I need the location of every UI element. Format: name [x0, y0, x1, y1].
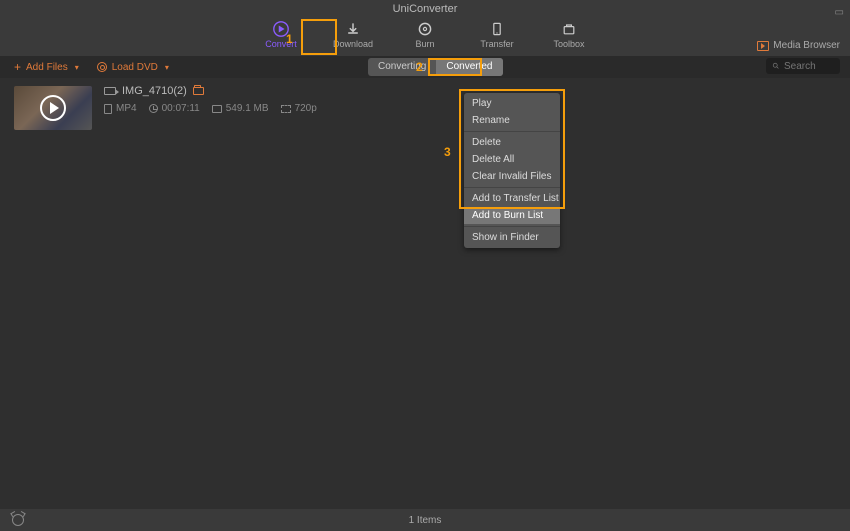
transfer-label: Transfer: [480, 39, 513, 49]
disc-icon: [97, 62, 107, 72]
burn-icon: [416, 20, 434, 38]
search-input[interactable]: [784, 61, 834, 72]
toolbox-label: Toolbox: [553, 39, 584, 49]
separator: [464, 187, 560, 188]
toolbox-tab[interactable]: Toolbox: [547, 20, 591, 56]
transfer-icon: [488, 20, 506, 38]
plus-icon: +: [14, 60, 21, 74]
search-field[interactable]: [766, 58, 840, 74]
file-name: IMG_4710(2): [122, 85, 187, 97]
file-size: 549.1 MB: [226, 103, 269, 114]
play-box-icon: [757, 41, 769, 51]
folder-icon[interactable]: [193, 87, 204, 95]
separator: [464, 131, 560, 132]
main-toolbar: Convert Download Burn Transfer Toolbox: [0, 18, 850, 56]
status-bar: 1 Items: [0, 509, 850, 531]
format-icon: [104, 104, 112, 114]
ctx-add-transfer[interactable]: Add to Transfer List: [464, 190, 560, 207]
toolbox-icon: [560, 20, 578, 38]
search-icon: [772, 61, 780, 71]
title-bar: UniConverter ▭: [0, 0, 850, 18]
annotation-number-3: 3: [444, 145, 451, 159]
status-segmented-control: Converting Converted: [368, 58, 503, 76]
tab-converted[interactable]: Converted: [436, 58, 502, 76]
ctx-clear-invalid[interactable]: Clear Invalid Files: [464, 168, 560, 185]
alarm-icon[interactable]: [12, 514, 24, 526]
download-icon: [344, 20, 362, 38]
media-browser-button[interactable]: Media Browser: [757, 40, 840, 51]
load-dvd-button[interactable]: Load DVD ▾: [97, 62, 169, 73]
resolution-icon: [281, 105, 291, 113]
context-menu: Play Rename Delete Delete All Clear Inva…: [464, 93, 560, 248]
app-title: UniConverter: [393, 3, 458, 15]
annotation-number-1: 1: [286, 32, 293, 46]
media-browser-label: Media Browser: [773, 40, 840, 51]
annotation-number-2: 2: [416, 60, 423, 74]
video-icon: [104, 87, 116, 95]
file-metadata: IMG_4710(2) MP4 00:07:11 549.1 MB 720p: [104, 84, 317, 114]
tab-converting[interactable]: Converting: [368, 58, 436, 76]
file-list: IMG_4710(2) MP4 00:07:11 549.1 MB 720p: [0, 78, 850, 140]
separator: [464, 226, 560, 227]
item-count: 1 Items: [409, 515, 442, 526]
burn-label: Burn: [415, 39, 434, 49]
burn-tab[interactable]: Burn: [403, 20, 447, 56]
duration-icon: [149, 104, 158, 113]
chevron-down-icon: ▾: [75, 63, 79, 72]
add-files-button[interactable]: + Add Files ▾: [14, 60, 79, 74]
chevron-down-icon: ▾: [165, 63, 169, 72]
download-tab[interactable]: Download: [331, 20, 375, 56]
ctx-play[interactable]: Play: [464, 95, 560, 112]
file-resolution: 720p: [295, 103, 317, 114]
transfer-tab[interactable]: Transfer: [475, 20, 519, 56]
file-duration: 00:07:11: [162, 103, 200, 114]
size-icon: [212, 105, 222, 113]
video-thumbnail[interactable]: [14, 86, 92, 130]
add-files-label: Add Files: [26, 62, 68, 73]
file-item[interactable]: IMG_4710(2) MP4 00:07:11 549.1 MB 720p: [0, 84, 850, 140]
convert-tab[interactable]: Convert: [259, 20, 303, 56]
ctx-rename[interactable]: Rename: [464, 112, 560, 129]
download-label: Download: [333, 39, 373, 49]
play-icon: [40, 95, 66, 121]
ctx-delete[interactable]: Delete: [464, 134, 560, 151]
ctx-show-finder[interactable]: Show in Finder: [464, 229, 560, 246]
file-format: MP4: [116, 103, 137, 114]
ctx-delete-all[interactable]: Delete All: [464, 151, 560, 168]
load-dvd-label: Load DVD: [112, 62, 158, 73]
ctx-add-burn[interactable]: Add to Burn List: [464, 207, 560, 224]
action-bar: + Add Files ▾ Load DVD ▾ Converting Conv…: [0, 56, 850, 78]
